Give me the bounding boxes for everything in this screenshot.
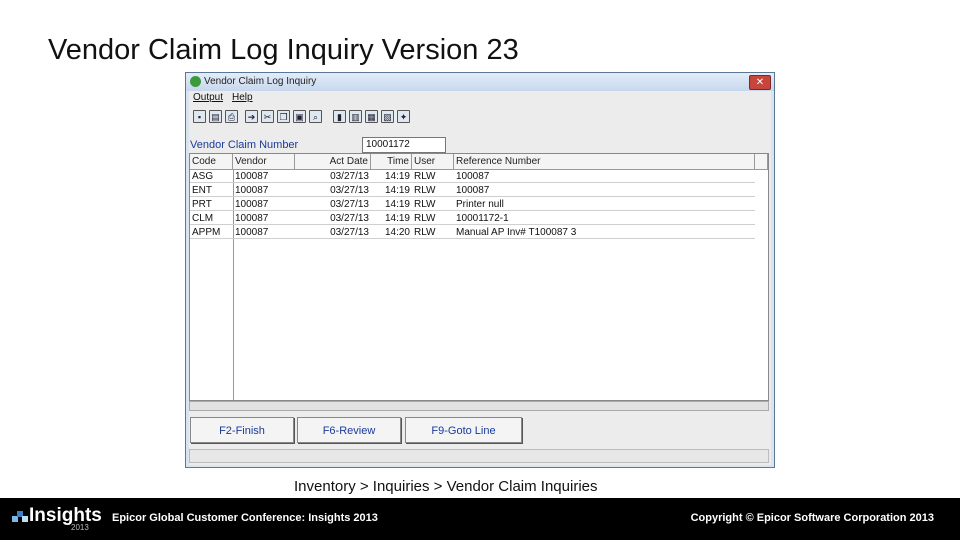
slide-title: Vendor Claim Log Inquiry Version 23 bbox=[48, 34, 519, 66]
cell-act-date: 03/27/13 bbox=[295, 198, 371, 211]
col-header-spacer bbox=[755, 154, 768, 170]
horizontal-scrollbar[interactable] bbox=[189, 401, 769, 411]
col-header-time[interactable]: Time bbox=[371, 154, 412, 170]
cell-code: PRT bbox=[190, 198, 233, 211]
cell-code: ASG bbox=[190, 170, 233, 183]
cell-vendor: 100087 bbox=[233, 198, 295, 211]
cell-act-date: 03/27/13 bbox=[295, 170, 371, 183]
cell-user: RLW bbox=[412, 212, 454, 225]
cell-reference: 100087 bbox=[454, 184, 755, 197]
cell-user: RLW bbox=[412, 184, 454, 197]
print-icon[interactable]: ⎙ bbox=[225, 110, 238, 123]
cell-act-date: 03/27/13 bbox=[295, 212, 371, 225]
copy-icon[interactable]: ❐ bbox=[277, 110, 290, 123]
insights-logo-icon bbox=[12, 511, 28, 522]
cell-reference: Manual AP Inv# T100087 3 bbox=[454, 226, 755, 239]
table-row[interactable]: ENT 100087 03/27/13 14:19 RLW 100087 bbox=[190, 184, 755, 197]
insights-logo-text: Insights bbox=[29, 505, 102, 526]
calculator-icon[interactable]: ▦ bbox=[365, 110, 378, 123]
vendor-claim-number-label: Vendor Claim Number bbox=[190, 139, 299, 151]
insights-logo-year: 2013 bbox=[71, 523, 89, 532]
cell-act-date: 03/27/13 bbox=[295, 226, 371, 239]
window-title: Vendor Claim Log Inquiry bbox=[204, 76, 317, 87]
cell-code: ENT bbox=[190, 184, 233, 197]
cell-vendor: 100087 bbox=[233, 170, 295, 183]
cell-act-date: 03/27/13 bbox=[295, 184, 371, 197]
menu-help[interactable]: Help bbox=[232, 92, 253, 103]
wizard-icon[interactable]: ✦ bbox=[397, 110, 410, 123]
vendor-claim-number-input[interactable]: 10001172 bbox=[362, 137, 446, 153]
cell-vendor: 100087 bbox=[233, 226, 295, 239]
cell-user: RLW bbox=[412, 198, 454, 211]
footer-bar: Insights 2013 Epicor Global Customer Con… bbox=[0, 498, 960, 540]
cell-time: 14:20 bbox=[371, 226, 412, 239]
menu-output[interactable]: Output bbox=[193, 92, 223, 103]
cell-code: APPM bbox=[190, 226, 233, 239]
find-icon[interactable]: ⌕ bbox=[309, 110, 322, 123]
cell-time: 14:19 bbox=[371, 170, 412, 183]
f2-finish-button[interactable]: F2-Finish bbox=[190, 417, 294, 443]
cell-time: 14:19 bbox=[371, 184, 412, 197]
books-icon[interactable]: ▥ bbox=[349, 110, 362, 123]
col-header-code[interactable]: Code bbox=[190, 154, 233, 170]
cell-time: 14:19 bbox=[371, 212, 412, 225]
cell-code: CLM bbox=[190, 212, 233, 225]
f9-goto-line-button[interactable]: F9-Goto Line bbox=[405, 417, 522, 443]
print-preview-icon[interactable]: ▤ bbox=[209, 110, 222, 123]
run-icon[interactable]: ➔ bbox=[245, 110, 258, 123]
cell-vendor: 100087 bbox=[233, 212, 295, 225]
f6-review-button[interactable]: F6-Review bbox=[297, 417, 401, 443]
cell-reference: 10001172-1 bbox=[454, 212, 755, 225]
copyright-text: Copyright © Epicor Software Corporation … bbox=[690, 512, 934, 524]
exit-icon[interactable]: ▮ bbox=[333, 110, 346, 123]
cell-time: 14:19 bbox=[371, 198, 412, 211]
cell-reference: Printer null bbox=[454, 198, 755, 211]
col-header-vendor[interactable]: Vendor bbox=[233, 154, 295, 170]
cell-user: RLW bbox=[412, 226, 454, 239]
table-row[interactable]: ASG 100087 03/27/13 14:19 RLW 100087 bbox=[190, 170, 755, 183]
calendar-icon[interactable]: ▧ bbox=[381, 110, 394, 123]
table-row[interactable]: CLM 100087 03/27/13 14:19 RLW 10001172-1 bbox=[190, 212, 755, 225]
menu-bar: Output Help bbox=[189, 91, 771, 105]
toolbar: ▪ ▤ ⎙ ➔ ✂ ❐ ▣ ⌕ ▮ ▥ ▦ ▧ ✦ bbox=[191, 108, 769, 126]
col-header-user[interactable]: User bbox=[412, 154, 454, 170]
cell-reference: 100087 bbox=[454, 170, 755, 183]
cell-user: RLW bbox=[412, 170, 454, 183]
cut-icon[interactable]: ✂ bbox=[261, 110, 274, 123]
table-row[interactable]: APPM 100087 03/27/13 14:20 RLW Manual AP… bbox=[190, 226, 755, 239]
cell-vendor: 100087 bbox=[233, 184, 295, 197]
table-row[interactable]: PRT 100087 03/27/13 14:19 RLW Printer nu… bbox=[190, 198, 755, 211]
navigation-caption: Inventory > Inquiries > Vendor Claim Inq… bbox=[294, 478, 598, 495]
conference-name: Epicor Global Customer Conference: Insig… bbox=[112, 512, 378, 524]
save-icon[interactable]: ▪ bbox=[193, 110, 206, 123]
status-bar bbox=[189, 449, 769, 463]
col-header-reference-number[interactable]: Reference Number bbox=[454, 154, 755, 170]
close-button[interactable]: ✕ bbox=[749, 75, 771, 90]
col-header-act-date[interactable]: Act Date bbox=[295, 154, 371, 170]
paste-icon[interactable]: ▣ bbox=[293, 110, 306, 123]
claim-log-grid: Code Vendor Act Date Time User Reference… bbox=[189, 153, 769, 401]
title-bar[interactable]: Vendor Claim Log Inquiry ✕ bbox=[186, 73, 774, 91]
app-icon bbox=[190, 76, 201, 87]
